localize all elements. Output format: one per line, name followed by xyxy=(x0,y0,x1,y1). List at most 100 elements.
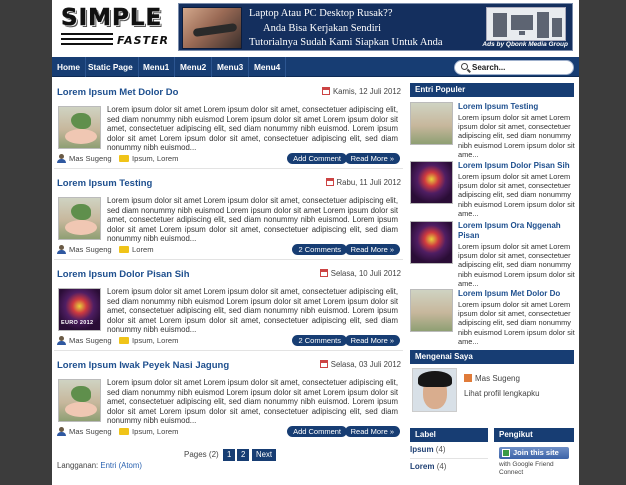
comments-button[interactable]: 2 Comments xyxy=(292,335,347,346)
about-profile-link[interactable]: Lihat profil lengkapku xyxy=(464,389,540,398)
post-excerpt: Lorem ipsum dolor sit amet Lorem ipsum d… xyxy=(107,378,398,426)
popular-thumbnail xyxy=(410,161,453,204)
blogger-icon xyxy=(464,374,472,382)
post-title[interactable]: Lorem Ipsum Testing xyxy=(57,178,152,189)
popular-item[interactable]: Lorem Ipsum Dolor Pisan Sih Lorem ipsum … xyxy=(410,159,576,221)
post-excerpt: Lorem ipsum dolor sit amet Lorem ipsum d… xyxy=(107,105,398,153)
logo-subtext: FASTER xyxy=(116,34,169,47)
post-thumbnail[interactable] xyxy=(58,106,101,149)
popular-title[interactable]: Lorem Ipsum Met Dolor Do xyxy=(458,289,576,299)
calendar-icon xyxy=(321,87,330,95)
user-icon xyxy=(57,336,66,345)
post-thumbnail[interactable] xyxy=(58,197,101,240)
about-name[interactable]: Mas Sugeng xyxy=(464,374,520,383)
folder-icon xyxy=(119,155,129,162)
folder-icon xyxy=(119,337,129,344)
post-tags[interactable]: Ipsum, Lorem xyxy=(119,154,178,163)
read-more-button[interactable]: Read More » xyxy=(344,153,400,164)
calendar-icon xyxy=(325,178,334,186)
post-tags[interactable]: Lorem xyxy=(119,245,154,254)
search-placeholder: Search... xyxy=(472,63,506,72)
folder-icon xyxy=(119,246,129,253)
page-1-button[interactable]: 1 xyxy=(223,449,236,461)
popular-excerpt: Lorem ipsum dolor sit amet Lorem ipsum d… xyxy=(458,300,575,346)
logo-bar xyxy=(61,33,113,35)
subscribe-line: Langganan: Entri (Atom) xyxy=(57,461,142,470)
post-thumbnail[interactable] xyxy=(58,379,101,422)
header: SIMPLE FASTER Laptop Atau PC Desktop Rus… xyxy=(52,0,579,56)
next-page-button[interactable]: Next xyxy=(252,449,277,461)
popular-excerpt: Lorem ipsum dolor sit amet Lorem ipsum d… xyxy=(458,242,575,288)
post-title[interactable]: Lorem Ipsum Met Dolor Do xyxy=(57,87,178,98)
post-footer: Mas Sugeng Ipsum, Lorem 2 Comments Read … xyxy=(57,335,400,347)
nav-home[interactable]: Home xyxy=(52,57,87,77)
post-thumbnail[interactable]: EURO 2012 xyxy=(58,288,101,331)
comments-button[interactable]: 2 Comments xyxy=(292,244,347,255)
popular-item[interactable]: Lorem Ipsum Testing Lorem ipsum dolor si… xyxy=(410,100,576,162)
post-card: Lorem Ipsum Iwak Peyek Nasi Jagung Selas… xyxy=(54,351,403,442)
folder-icon xyxy=(119,428,129,435)
popular-thumbnail xyxy=(410,102,453,145)
post-footer: Mas Sugeng Ipsum, Lorem Add Comment Read… xyxy=(57,426,400,438)
popular-title[interactable]: Lorem Ipsum Dolor Pisan Sih xyxy=(458,161,576,171)
ad-photo xyxy=(182,7,242,49)
label-item[interactable]: Lorem (4) xyxy=(410,462,446,471)
nav-menu4[interactable]: Menu4 xyxy=(249,57,287,77)
label-item[interactable]: Ipsum (4) xyxy=(410,445,446,454)
popular-item[interactable]: Lorem Ipsum Ora Nggenah Pisan Lorem ipsu… xyxy=(410,219,576,288)
ad-line1: Laptop Atau PC Desktop Rusak?? xyxy=(249,8,393,19)
post-tags[interactable]: Ipsum, Lorem xyxy=(119,336,178,345)
nav-menu2[interactable]: Menu2 xyxy=(175,57,213,77)
post-author[interactable]: Mas Sugeng xyxy=(57,245,112,254)
post-card: Lorem Ipsum Dolor Pisan Sih Selasa, 10 J… xyxy=(54,260,403,351)
post-author[interactable]: Mas Sugeng xyxy=(57,154,112,163)
comments-button[interactable]: Add Comment xyxy=(287,426,347,437)
subscribe-atom-link[interactable]: Entri (Atom) xyxy=(100,461,142,470)
popular-thumbnail xyxy=(410,289,453,332)
comments-button[interactable]: Add Comment xyxy=(287,153,347,164)
popular-title[interactable]: Lorem Ipsum Ora Nggenah Pisan xyxy=(458,221,576,241)
logo-text: SIMPLE xyxy=(61,5,163,32)
search-icon xyxy=(461,63,468,70)
post-card: Lorem Ipsum Testing Rabu, 11 Juli 2012 L… xyxy=(54,169,403,260)
user-icon xyxy=(57,245,66,254)
post-footer: Mas Sugeng Ipsum, Lorem Add Comment Read… xyxy=(57,153,400,165)
ad-banner[interactable]: Laptop Atau PC Desktop Rusak?? Anda Bisa… xyxy=(178,3,573,51)
page-2-button[interactable]: 2 xyxy=(237,449,250,461)
popular-excerpt: Lorem ipsum dolor sit amet Lorem ipsum d… xyxy=(458,172,575,218)
post-title[interactable]: Lorem Ipsum Iwak Peyek Nasi Jagung xyxy=(57,360,229,371)
about-avatar[interactable] xyxy=(412,368,457,412)
pages-label: Pages (2) xyxy=(184,450,219,459)
popular-title[interactable]: Lorem Ipsum Testing xyxy=(458,102,576,112)
ad-line3: Tutorialnya Sudah Kami Siapkan Untuk And… xyxy=(249,37,443,48)
computer-icon xyxy=(486,7,566,41)
post-date: Selasa, 10 Juli 2012 xyxy=(319,269,401,278)
search-input[interactable]: Search... xyxy=(454,60,574,75)
followers-widget-title: Pengikut xyxy=(494,428,574,442)
site-logo[interactable]: SIMPLE FASTER xyxy=(61,5,169,47)
popular-thumbnail xyxy=(410,221,453,264)
google-icon xyxy=(502,449,510,457)
nav-menu3[interactable]: Menu3 xyxy=(212,57,250,77)
post-excerpt: Lorem ipsum dolor sit amet Lorem ipsum d… xyxy=(107,287,398,335)
post-author[interactable]: Mas Sugeng xyxy=(57,336,112,345)
popular-item[interactable]: Lorem Ipsum Met Dolor Do Lorem ipsum dol… xyxy=(410,287,576,349)
join-site-button[interactable]: Join this site xyxy=(499,447,569,459)
label-widget-title: Label xyxy=(410,428,488,442)
popular-excerpt: Lorem ipsum dolor sit amet Lorem ipsum d… xyxy=(458,113,575,159)
calendar-icon xyxy=(319,360,328,368)
post-author[interactable]: Mas Sugeng xyxy=(57,427,112,436)
post-date: Kamis, 12 Juli 2012 xyxy=(321,87,401,96)
post-card: Lorem Ipsum Met Dolor Do Kamis, 12 Juli … xyxy=(54,78,403,169)
nav-static-page[interactable]: Static Page xyxy=(83,57,139,77)
page: SIMPLE FASTER Laptop Atau PC Desktop Rus… xyxy=(52,0,579,485)
post-tags[interactable]: Ipsum, Lorem xyxy=(119,427,178,436)
read-more-button[interactable]: Read More » xyxy=(344,426,400,437)
nav-menu1[interactable]: Menu1 xyxy=(138,57,176,77)
user-icon xyxy=(57,154,66,163)
post-title[interactable]: Lorem Ipsum Dolor Pisan Sih xyxy=(57,269,190,280)
about-widget-title: Mengenai Saya xyxy=(410,350,574,364)
read-more-button[interactable]: Read More » xyxy=(344,335,400,346)
read-more-button[interactable]: Read More » xyxy=(344,244,400,255)
calendar-icon xyxy=(319,269,328,277)
